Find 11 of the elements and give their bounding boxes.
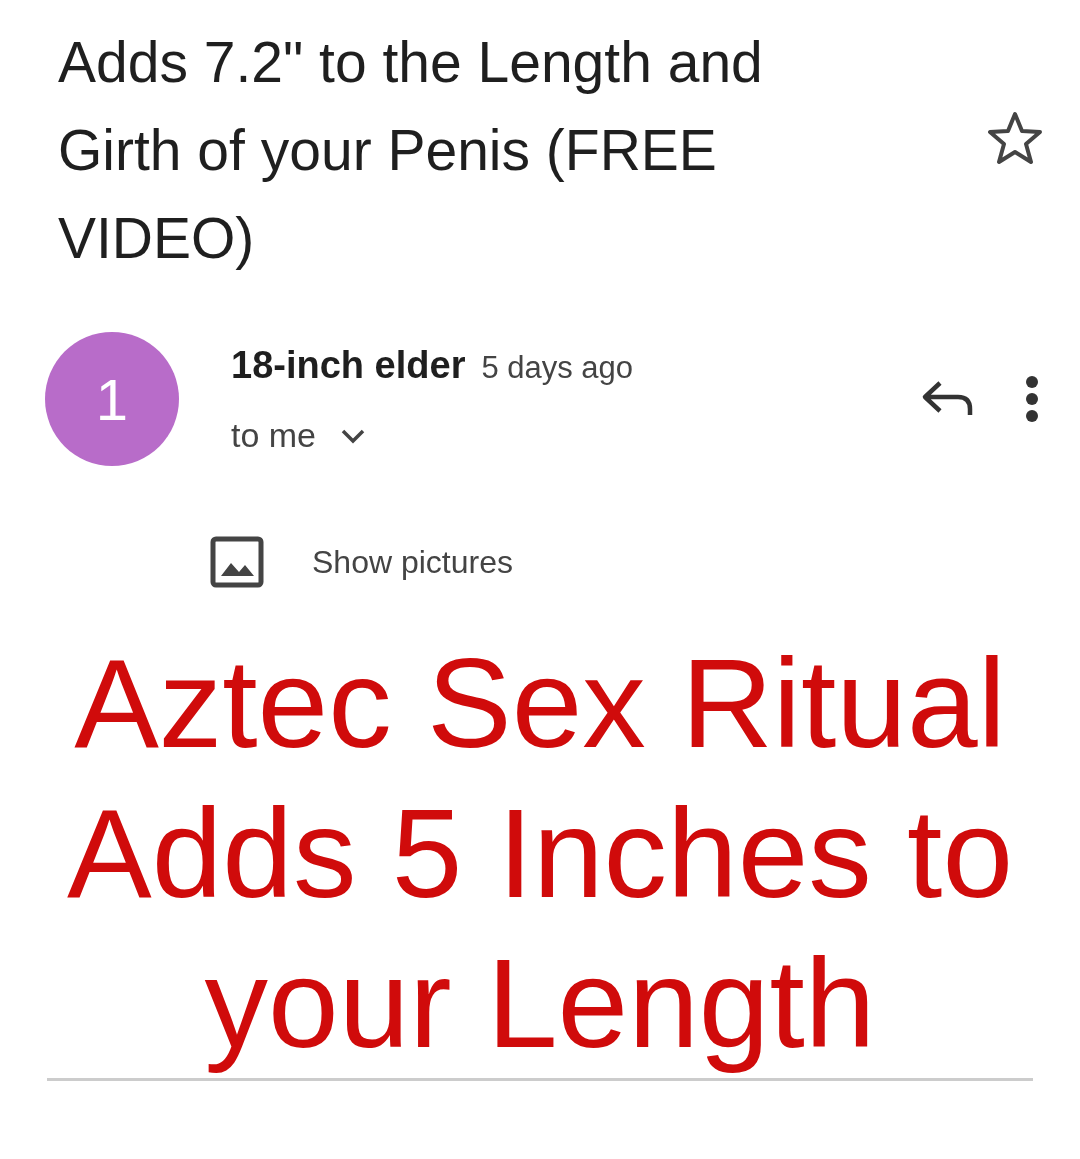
- recipient-dropdown[interactable]: to me: [231, 410, 367, 461]
- sender-name: 18-inch elder: [231, 343, 466, 388]
- email-subject: Adds 7.2" to the Length and Girth of your Penis (FREE VIDEO): [58, 29, 764, 272]
- star-icon[interactable]: [986, 110, 1044, 166]
- image-icon: [210, 536, 264, 588]
- email-headline: Aztec Sex Ritual Adds 5 Inches to your Length: [65, 631, 1015, 1076]
- sender-avatar: 1: [45, 332, 179, 466]
- show-pictures-link[interactable]: Show pictures: [312, 538, 513, 586]
- more-options-icon[interactable]: [1024, 375, 1040, 423]
- sent-time: 5 days ago: [481, 349, 634, 387]
- chevron-down-icon[interactable]: [340, 427, 367, 444]
